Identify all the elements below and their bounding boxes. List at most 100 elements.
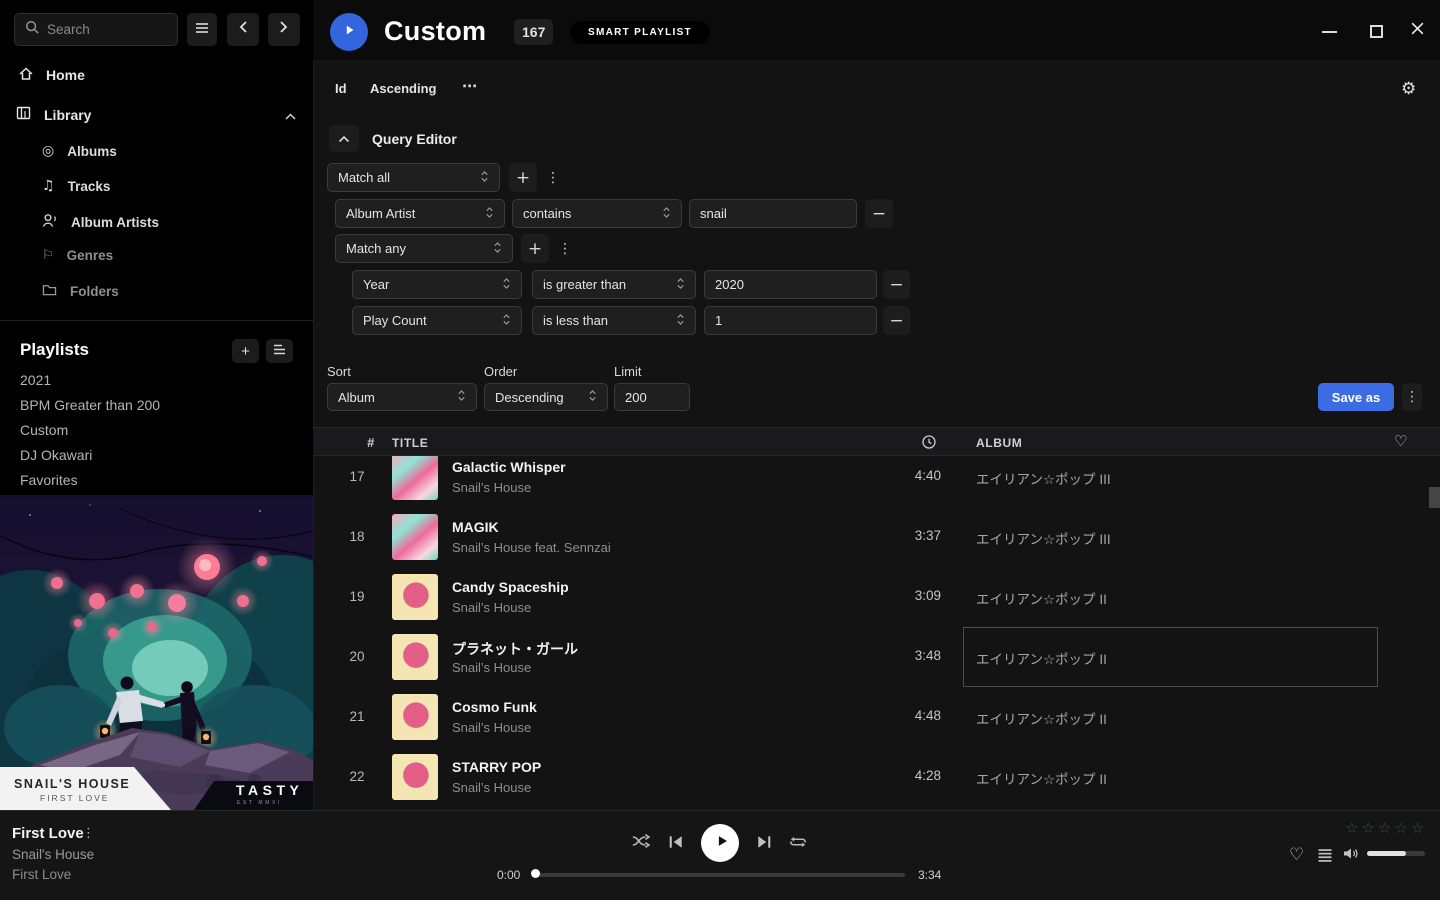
rule-field-select[interactable]: Play Count (352, 306, 522, 335)
table-row[interactable]: 22 STARRY POP Snail’s House 4:28 エイリアン☆ポ… (313, 747, 1428, 807)
rule-value-input[interactable] (715, 313, 866, 328)
match-any-select[interactable]: Match any (335, 234, 513, 263)
menu-button[interactable] (187, 13, 217, 46)
favorite-heart-button[interactable]: ♡ (1289, 845, 1304, 865)
window-maximize-button[interactable] (1363, 20, 1389, 42)
remove-rule-button[interactable]: − (883, 306, 910, 335)
sort-select[interactable]: Album (327, 383, 477, 411)
sort-field-button[interactable]: Id (335, 81, 347, 96)
rule-field-select[interactable]: Year (352, 270, 522, 299)
playlist-item[interactable]: 2021 (20, 372, 51, 388)
album-art-title-text: FIRST LOVE (40, 793, 109, 803)
add-rule-button[interactable]: + (509, 163, 537, 192)
remove-rule-button[interactable]: − (883, 270, 910, 299)
volume-slider[interactable] (1367, 851, 1425, 856)
rule-value-input-wrap (704, 270, 877, 299)
library-collapse-chevron-icon[interactable] (284, 108, 297, 126)
window-close-button[interactable] (1404, 20, 1430, 42)
next-track-button[interactable] (756, 834, 772, 855)
add-playlist-button[interactable]: + (232, 339, 259, 363)
scrollbar-thumb[interactable] (1429, 487, 1440, 508)
genres-flag-icon: ⚐ (42, 248, 54, 263)
favorite-heart-column-icon[interactable]: ♡ (1394, 432, 1408, 450)
sidebar-item-folders[interactable]: Folders (42, 283, 119, 299)
rule-operator-select[interactable]: is greater than (532, 270, 696, 299)
limit-label: Limit (614, 364, 641, 379)
match-all-select[interactable]: Match all (327, 163, 500, 192)
group-menu-button[interactable]: ⋮ (557, 234, 573, 263)
track-title: Candy Spaceship (452, 579, 569, 595)
playlist-item[interactable]: Custom (20, 422, 68, 438)
rule-operator-select[interactable]: is less than (532, 306, 696, 335)
table-row[interactable]: 17 Galactic Whisper Snail’s House 4:40 エ… (313, 456, 1428, 507)
table-row[interactable]: 19 Candy Spaceship Snail’s House 3:09 エイ… (313, 567, 1428, 627)
rule-operator-select[interactable]: contains (512, 199, 682, 228)
save-menu-button[interactable]: ⋮ (1402, 383, 1422, 411)
sidebar-item-home[interactable]: Home (18, 66, 85, 84)
rule-value-input[interactable] (715, 277, 866, 292)
star-icon[interactable]: ☆ (1394, 819, 1407, 837)
remove-rule-button[interactable]: − (865, 199, 893, 228)
shuffle-button[interactable] (631, 833, 653, 854)
playlist-item[interactable]: BPM Greater than 200 (20, 397, 160, 413)
select-value: Album Artist (346, 206, 415, 221)
select-value: Play Count (363, 313, 427, 328)
repeat-button[interactable] (788, 834, 808, 855)
rule-field-select[interactable]: Album Artist (335, 199, 505, 228)
playlist-item[interactable]: DJ Okawari (20, 447, 92, 463)
sidebar-item-library[interactable]: Library (15, 105, 91, 124)
star-icon[interactable]: ☆ (1378, 819, 1391, 837)
query-editor-collapse-button[interactable] (329, 125, 359, 152)
sidebar-item-genres[interactable]: ⚐ Genres (42, 248, 113, 263)
row-index: 21 (340, 687, 374, 747)
playlist-list-button[interactable] (266, 339, 293, 363)
search-field[interactable] (47, 22, 167, 37)
save-as-button[interactable]: Save as (1318, 383, 1394, 411)
now-playing-menu-button[interactable]: ⋮ (82, 826, 95, 841)
sidebar-item-tracks[interactable]: ♫ Tracks (42, 178, 110, 194)
updown-chevron-icon (485, 205, 494, 223)
column-header-title[interactable]: TITLE (392, 436, 428, 450)
play-icon (342, 23, 356, 42)
rule-group-menu-button[interactable]: ⋮ (545, 163, 561, 192)
total-time: 3:34 (918, 868, 941, 882)
sidebar-item-albums[interactable]: ◎ Albums (42, 143, 117, 159)
row-index: 19 (340, 567, 374, 627)
duration-clock-icon[interactable] (921, 434, 937, 455)
star-icon[interactable]: ☆ (1411, 819, 1424, 837)
sidebar-item-label: Genres (67, 248, 114, 263)
table-row[interactable]: 21 Cosmo Funk Snail’s House 4:48 エイリアン☆ポ… (313, 687, 1428, 747)
play-pause-button[interactable] (701, 824, 739, 862)
playlist-play-button[interactable] (330, 13, 368, 51)
playlist-item[interactable]: Favorites (20, 472, 78, 488)
nav-forward-button[interactable] (268, 13, 300, 46)
table-row[interactable]: 18 MAGIK Snail’s House feat. Sennzai 3:3… (313, 507, 1428, 567)
previous-track-button[interactable] (668, 834, 684, 855)
queue-button[interactable] (1317, 849, 1333, 867)
volume-button[interactable] (1343, 846, 1361, 866)
more-options-button[interactable]: ⋯ (462, 77, 477, 95)
sidebar-item-album-artists[interactable]: Album Artists (42, 213, 159, 231)
order-select[interactable]: Descending (484, 383, 608, 411)
column-header-index[interactable]: # (354, 435, 388, 450)
sidebar-item-label: Tracks (68, 179, 111, 194)
star-icon[interactable]: ☆ (1361, 819, 1374, 837)
rating-stars[interactable]: ☆ ☆ ☆ ☆ ☆ (1345, 819, 1424, 837)
table-row[interactable]: 20 プラネット・ガール Snail’s House 3:48 エイリアン☆ポッ… (313, 627, 1428, 687)
window-minimize-button[interactable] (1316, 22, 1342, 42)
nav-back-button[interactable] (227, 13, 259, 46)
sort-direction-button[interactable]: Ascending (370, 81, 436, 96)
star-icon[interactable]: ☆ (1345, 819, 1358, 837)
updown-chevron-icon (480, 169, 489, 187)
minus-icon: − (872, 204, 886, 224)
rule-value-input[interactable] (700, 206, 846, 221)
focused-cell-outline (963, 627, 1378, 687)
search-input[interactable] (14, 13, 178, 46)
limit-input[interactable] (625, 390, 679, 405)
add-group-rule-button[interactable]: + (521, 234, 549, 263)
sidebar-item-label: Library (44, 107, 91, 123)
settings-gear-icon[interactable]: ⚙ (1401, 79, 1416, 99)
progress-slider[interactable] (535, 873, 905, 877)
column-header-album[interactable]: ALBUM (976, 436, 1022, 450)
select-value: Year (363, 277, 389, 292)
